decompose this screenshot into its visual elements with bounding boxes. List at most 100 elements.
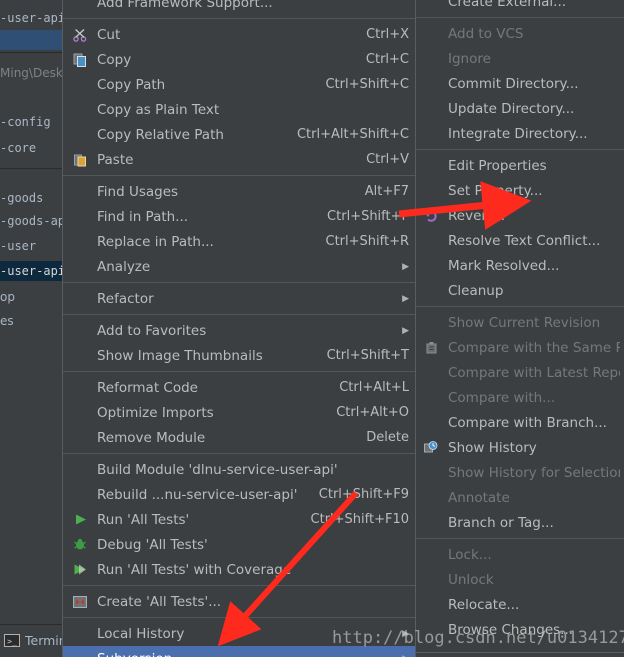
tree-divider [0, 52, 62, 53]
menu-item-show-image-thumbnails[interactable]: Show Image Thumbnails Ctrl+Shift+T [63, 343, 415, 368]
ide-screenshot: -user-api Ming\Desk -config -core -goods… [0, 0, 624, 657]
tree-row[interactable]: -user [0, 236, 62, 256]
blank-icon [71, 626, 89, 642]
terminal-icon: >_ [4, 634, 20, 647]
subversion-submenu[interactable]: Create External... Add to VCS Ignore Com… [415, 0, 624, 653]
menu-item-label: Reformat Code [97, 379, 198, 396]
blank-icon [422, 76, 440, 92]
menu-separator [416, 538, 624, 539]
menu-item-debug-all-tests[interactable]: Debug 'All Tests' [63, 532, 415, 557]
menu-item-find-usages[interactable]: Find Usages Alt+F7 [63, 179, 415, 204]
submenu-item-add-to-vcs: Add to VCS [416, 21, 624, 46]
menu-item-remove-module[interactable]: Remove Module Delete [63, 425, 415, 450]
module-context-menu[interactable]: Add Framework Support... Cut Ctrl+X Copy… [62, 0, 416, 657]
blank-icon [71, 430, 89, 446]
menu-item-label: Compare with the Same Repo [448, 339, 620, 356]
menu-separator [63, 617, 415, 618]
menu-item-rebuild-module[interactable]: Rebuild ...nu-service-user-api' Ctrl+Shi… [63, 482, 415, 507]
menu-item-label: Analyze [97, 258, 151, 275]
tree-row[interactable]: Ming\Desk [0, 63, 62, 83]
submenu-item-branch-or-tag[interactable]: Branch or Tag... [416, 510, 624, 535]
tree-row[interactable]: es [0, 311, 62, 331]
menu-item-replace-in-path[interactable]: Replace in Path... Ctrl+Shift+R [63, 229, 415, 254]
menu-item-shortcut: Delete [366, 430, 409, 445]
scissors-icon [71, 27, 89, 43]
blank-icon [71, 323, 89, 339]
menu-item-shortcut: Ctrl+Shift+F10 [310, 512, 409, 527]
menu-item-optimize-imports[interactable]: Optimize Imports Ctrl+Alt+O [63, 400, 415, 425]
menu-item-build-module[interactable]: Build Module 'dlnu-service-user-api' [63, 457, 415, 482]
tree-row[interactable]: op [0, 287, 62, 307]
submenu-item-cleanup[interactable]: Cleanup [416, 278, 624, 303]
menu-item-label: Run 'All Tests' with Coverage [97, 561, 292, 578]
menu-item-reformat-code[interactable]: Reformat Code Ctrl+Alt+L [63, 375, 415, 400]
tree-row[interactable]: -config [0, 112, 62, 132]
menu-item-label: Refactor [97, 290, 154, 307]
menu-item-label: Copy as Plain Text [97, 101, 220, 118]
submenu-item-compare-with-latest-repo: Compare with Latest Reposit [416, 360, 624, 385]
menu-item-add-framework-support[interactable]: Add Framework Support... [63, 0, 415, 15]
menu-item-copy-relative-path[interactable]: Copy Relative Path Ctrl+Alt+Shift+C [63, 122, 415, 147]
tree-row[interactable]: -goods-ap [0, 211, 62, 231]
menu-item-label: Find Usages [97, 183, 179, 200]
project-tree-panel[interactable]: -user-api Ming\Desk -config -core -goods… [0, 0, 63, 622]
blank-icon [422, 490, 440, 506]
tree-row-selected[interactable]: -user-api [0, 261, 62, 281]
menu-item-run-with-coverage[interactable]: Run 'All Tests' with Coverage [63, 557, 415, 582]
tree-row[interactable]: -goods [0, 188, 62, 208]
menu-item-copy-path[interactable]: Copy Path Ctrl+Shift+C [63, 72, 415, 97]
revert-icon [422, 208, 440, 224]
menu-item-refactor[interactable]: Refactor ▶ [63, 286, 415, 311]
submenu-item-resolve-text-conflict[interactable]: Resolve Text Conflict... [416, 228, 624, 253]
menu-item-copy-as-plain-text[interactable]: Copy as Plain Text [63, 97, 415, 122]
menu-item-label: Compare with... [448, 389, 556, 406]
tree-row[interactable] [0, 30, 62, 50]
blank-icon [71, 462, 89, 478]
menu-item-run-all-tests[interactable]: Run 'All Tests' Ctrl+Shift+F10 [63, 507, 415, 532]
menu-item-find-in-path[interactable]: Find in Path... Ctrl+Shift+F [63, 204, 415, 229]
menu-item-cut[interactable]: Cut Ctrl+X [63, 22, 415, 47]
run-icon [71, 512, 89, 528]
menu-item-label: Add Framework Support... [97, 0, 273, 11]
menu-item-label: Optimize Imports [97, 404, 214, 421]
submenu-item-commit-directory[interactable]: Commit Directory... [416, 71, 624, 96]
menu-item-shortcut: Ctrl+Alt+Shift+C [296, 127, 409, 142]
menu-item-create-all-tests-config[interactable]: Create 'All Tests'... [63, 589, 415, 614]
menu-item-copy[interactable]: Copy Ctrl+C [63, 47, 415, 72]
menu-item-label: Set Property... [448, 182, 543, 199]
menu-item-label: Replace in Path... [97, 233, 214, 250]
blank-icon [422, 390, 440, 406]
submenu-item-edit-properties[interactable]: Edit Properties [416, 153, 624, 178]
menu-item-label: Add to Favorites [97, 322, 207, 339]
blank-icon [422, 183, 440, 199]
menu-item-label: Run 'All Tests' [97, 511, 190, 528]
submenu-item-show-history[interactable]: Show History [416, 435, 624, 460]
chevron-right-icon: ▶ [402, 293, 409, 304]
submenu-item-update-directory[interactable]: Update Directory... [416, 96, 624, 121]
submenu-item-revert[interactable]: Revert... [416, 203, 624, 228]
submenu-item-create-external[interactable]: Create External... [416, 0, 624, 14]
submenu-item-relocate[interactable]: Relocate... [416, 592, 624, 617]
submenu-item-ignore: Ignore [416, 46, 624, 71]
blank-icon [71, 259, 89, 275]
menu-separator [63, 585, 415, 586]
blank-icon [71, 291, 89, 307]
menu-item-analyze[interactable]: Analyze ▶ [63, 254, 415, 279]
blank-icon [71, 102, 89, 118]
menu-item-paste[interactable]: Paste Ctrl+V [63, 147, 415, 172]
menu-item-label: Build Module 'dlnu-service-user-api' [97, 461, 338, 478]
menu-separator [416, 17, 624, 18]
menu-item-label: Lock... [448, 546, 492, 563]
submenu-item-set-property[interactable]: Set Property... [416, 178, 624, 203]
tree-row[interactable]: -core [0, 138, 62, 158]
submenu-item-integrate-directory[interactable]: Integrate Directory... [416, 121, 624, 146]
menu-item-add-to-favorites[interactable]: Add to Favorites ▶ [63, 318, 415, 343]
tree-row[interactable]: -user-api [0, 8, 62, 28]
submenu-item-compare-with-branch[interactable]: Compare with Branch... [416, 410, 624, 435]
submenu-item-mark-resolved[interactable]: Mark Resolved... [416, 253, 624, 278]
menu-item-shortcut: Ctrl+V [366, 152, 409, 167]
menu-item-label: Edit Properties [448, 157, 547, 174]
menu-item-label: Copy [97, 51, 132, 68]
menu-item-label: Remove Module [97, 429, 206, 446]
submenu-item-unlock: Unlock [416, 567, 624, 592]
